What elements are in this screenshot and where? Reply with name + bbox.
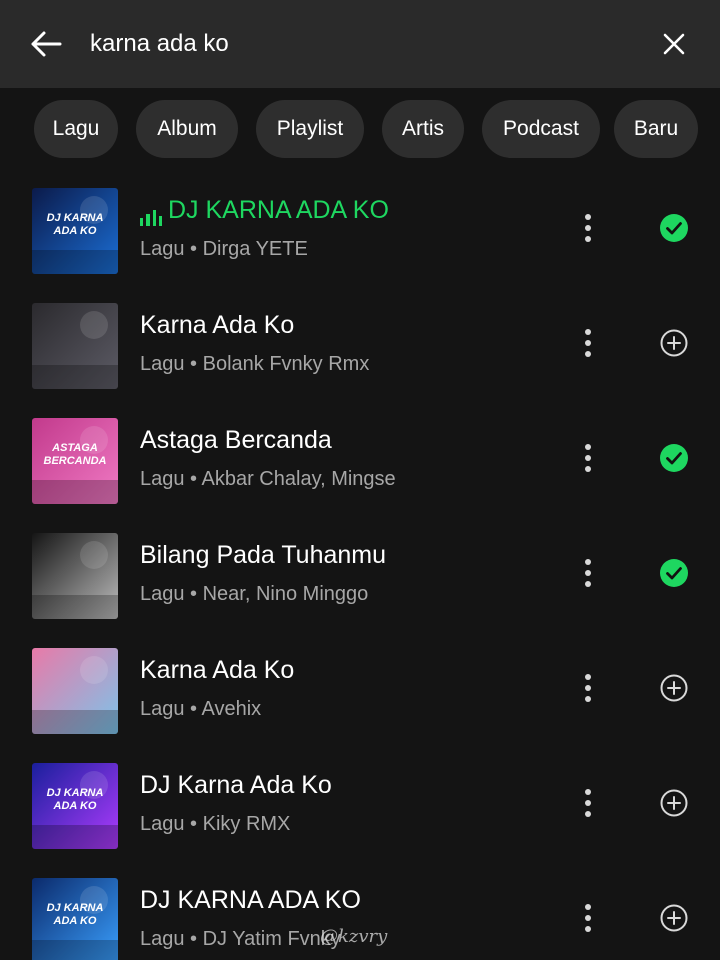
close-icon	[663, 33, 685, 55]
add-to-library-button[interactable]	[654, 323, 694, 363]
more-options-button[interactable]	[572, 436, 604, 480]
track-title: Bilang Pada Tuhanmu	[140, 541, 387, 569]
chip-baru[interactable]: Baru	[614, 100, 698, 158]
add-to-library-button[interactable]	[654, 783, 694, 823]
added-to-library-button[interactable]	[654, 438, 694, 478]
back-button[interactable]	[26, 26, 66, 62]
chip-label: Playlist	[276, 117, 344, 140]
cover-art	[32, 533, 118, 619]
track-subtitle: Lagu • Near, Nino Minggo	[140, 583, 369, 605]
result-row[interactable]: Karna Ada Ko Lagu • Avehix	[0, 630, 720, 745]
plus-circle-icon	[660, 674, 688, 702]
check-circle-icon	[660, 444, 688, 472]
clear-search-button[interactable]	[654, 26, 694, 62]
cover-art-text: ASTAGA BERCANDA	[43, 442, 107, 467]
added-to-library-button[interactable]	[654, 208, 694, 248]
cover-art	[32, 303, 118, 389]
chip-label: Album	[157, 117, 217, 140]
plus-circle-icon	[660, 789, 688, 817]
filter-chips: Lagu Album Playlist Artis Podcast Baru	[0, 100, 720, 160]
result-row[interactable]: ASTAGA BERCANDA Astaga Bercanda Lagu • Akb…	[0, 400, 720, 515]
check-circle-icon	[660, 559, 688, 587]
result-row[interactable]: Bilang Pada Tuhanmu Lagu • Near, Nino Min…	[0, 515, 720, 630]
cover-art	[32, 648, 118, 734]
result-row[interactable]: DJ KARNA ADA KO DJ Karna Ada Ko Lagu • Kik…	[0, 745, 720, 860]
track-title: Astaga Bercanda	[140, 426, 332, 454]
add-to-library-button[interactable]	[654, 898, 694, 938]
more-vertical-icon	[585, 329, 591, 357]
watermark: @kzvry	[320, 926, 388, 947]
chip-label: Lagu	[52, 117, 100, 140]
search-input[interactable]	[90, 22, 630, 66]
more-vertical-icon	[585, 214, 591, 242]
result-row[interactable]: DJ KARNA ADA KO DJ KARNA ADA KO Lagu • Dir…	[0, 170, 720, 285]
chip-label: Artis	[402, 117, 444, 140]
arrow-left-icon	[31, 31, 62, 57]
chip-album[interactable]: Album	[136, 100, 238, 158]
cover-art-text: DJ KARNA ADA KO	[46, 212, 104, 237]
more-vertical-icon	[585, 789, 591, 817]
chip-label: Baru	[633, 117, 679, 140]
track-subtitle: Lagu • Akbar Chalay, Mingse	[140, 468, 396, 490]
more-vertical-icon	[585, 444, 591, 472]
chip-playlist[interactable]: Playlist	[256, 100, 364, 158]
track-subtitle: Lagu • Avehix	[140, 698, 262, 720]
cover-art: DJ KARNA ADA KO	[32, 188, 118, 274]
chip-podcast[interactable]: Podcast	[482, 100, 600, 158]
track-title: DJ KARNA ADA KO	[168, 196, 389, 224]
track-title: DJ Karna Ada Ko	[140, 771, 332, 799]
track-subtitle: Lagu • Bolank Fvnky Rmx	[140, 353, 370, 375]
track-title: Karna Ada Ko	[140, 656, 295, 684]
chip-lagu[interactable]: Lagu	[34, 100, 118, 158]
more-options-button[interactable]	[572, 781, 604, 825]
cover-art-text: DJ KARNA ADA KO	[46, 902, 104, 927]
track-subtitle: Lagu • Kiky RMX	[140, 813, 291, 835]
cover-art: ASTAGA BERCANDA	[32, 418, 118, 504]
more-vertical-icon	[585, 674, 591, 702]
track-subtitle: Lagu • Dirga YETE	[140, 238, 308, 260]
more-options-button[interactable]	[572, 551, 604, 595]
more-options-button[interactable]	[572, 896, 604, 940]
track-title: Karna Ada Ko	[140, 311, 295, 339]
more-options-button[interactable]	[572, 321, 604, 365]
added-to-library-button[interactable]	[654, 553, 694, 593]
chip-label: Podcast	[503, 117, 579, 140]
search-results-screen: Lagu Album Playlist Artis Podcast Baru D…	[0, 0, 720, 960]
now-playing-icon	[140, 206, 162, 226]
add-to-library-button[interactable]	[654, 668, 694, 708]
plus-circle-icon	[660, 904, 688, 932]
cover-art-text: DJ KARNA ADA KO	[46, 787, 104, 812]
cover-art: DJ KARNA ADA KO	[32, 763, 118, 849]
more-options-button[interactable]	[572, 666, 604, 710]
more-options-button[interactable]	[572, 206, 604, 250]
plus-circle-icon	[660, 329, 688, 357]
track-title: DJ KARNA ADA KO	[140, 886, 361, 914]
chip-artis[interactable]: Artis	[382, 100, 464, 158]
search-header	[0, 0, 720, 88]
cover-art: DJ KARNA ADA KO	[32, 878, 118, 960]
more-vertical-icon	[585, 559, 591, 587]
more-vertical-icon	[585, 904, 591, 932]
result-row[interactable]: Karna Ada Ko Lagu • Bolank Fvnky Rmx	[0, 285, 720, 400]
check-circle-icon	[660, 214, 688, 242]
